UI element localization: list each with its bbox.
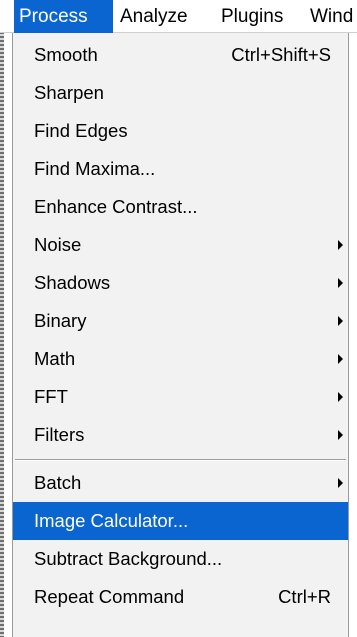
menu-item-label: Math [34, 348, 76, 369]
menu-item-sharpen[interactable]: Sharpen [13, 74, 348, 112]
process-dropdown-menu: Smooth Ctrl+Shift+S Sharpen Find Edges F… [12, 33, 349, 637]
menu-item-label: FFT [34, 386, 68, 407]
submenu-arrow-icon [338, 354, 343, 364]
menu-item-noise[interactable]: Noise [13, 226, 348, 264]
menu-item-label: Find Maxima... [34, 158, 156, 179]
menubar-item-plugins[interactable]: Plugins [221, 0, 283, 33]
menu-item-subtract-background[interactable]: Subtract Background... [13, 540, 348, 578]
menu-bar: Process Analyze Plugins Wind [0, 0, 357, 33]
menubar-item-window[interactable]: Wind [310, 0, 357, 33]
submenu-arrow-icon [338, 278, 343, 288]
submenu-arrow-icon [338, 392, 343, 402]
menu-item-label: Binary [34, 310, 87, 331]
menu-item-label: Find Edges [34, 120, 128, 141]
menu-item-find-edges[interactable]: Find Edges [13, 112, 348, 150]
menu-item-batch[interactable]: Batch [13, 464, 348, 502]
submenu-arrow-icon [338, 240, 343, 250]
menu-item-filters[interactable]: Filters [13, 416, 348, 454]
window-edge-strip [0, 0, 4, 637]
menu-item-fft[interactable]: FFT [13, 378, 348, 416]
menu-item-enhance-contrast[interactable]: Enhance Contrast... [13, 188, 348, 226]
menu-item-label: Repeat Command [34, 586, 185, 607]
menu-item-binary[interactable]: Binary [13, 302, 348, 340]
menubar-item-process[interactable]: Process [14, 0, 113, 33]
menu-item-smooth[interactable]: Smooth Ctrl+Shift+S [13, 36, 348, 74]
menu-item-label: Smooth [34, 44, 98, 65]
menu-item-shortcut: Ctrl+R [278, 586, 331, 607]
submenu-arrow-icon [338, 478, 343, 488]
submenu-arrow-icon [338, 430, 343, 440]
menu-item-label: Batch [34, 472, 82, 493]
menu-item-label: Shadows [34, 272, 111, 293]
menu-item-label: Enhance Contrast... [34, 196, 198, 217]
menu-item-label: Image Calculator... [34, 510, 189, 531]
menu-item-label: Filters [34, 424, 85, 445]
menu-item-shortcut: Ctrl+Shift+S [231, 44, 331, 65]
submenu-arrow-icon [338, 316, 343, 326]
menu-item-repeat-command[interactable]: Repeat Command Ctrl+R [13, 578, 348, 616]
menu-item-image-calculator[interactable]: Image Calculator... [13, 502, 348, 540]
menubar-item-analyze[interactable]: Analyze [120, 0, 188, 33]
menu-item-label: Noise [34, 234, 82, 255]
menu-item-label: Subtract Background... [34, 548, 223, 569]
menu-separator [15, 459, 346, 461]
menu-item-math[interactable]: Math [13, 340, 348, 378]
menu-item-shadows[interactable]: Shadows [13, 264, 348, 302]
menu-item-find-maxima[interactable]: Find Maxima... [13, 150, 348, 188]
menu-item-label: Sharpen [34, 82, 104, 103]
